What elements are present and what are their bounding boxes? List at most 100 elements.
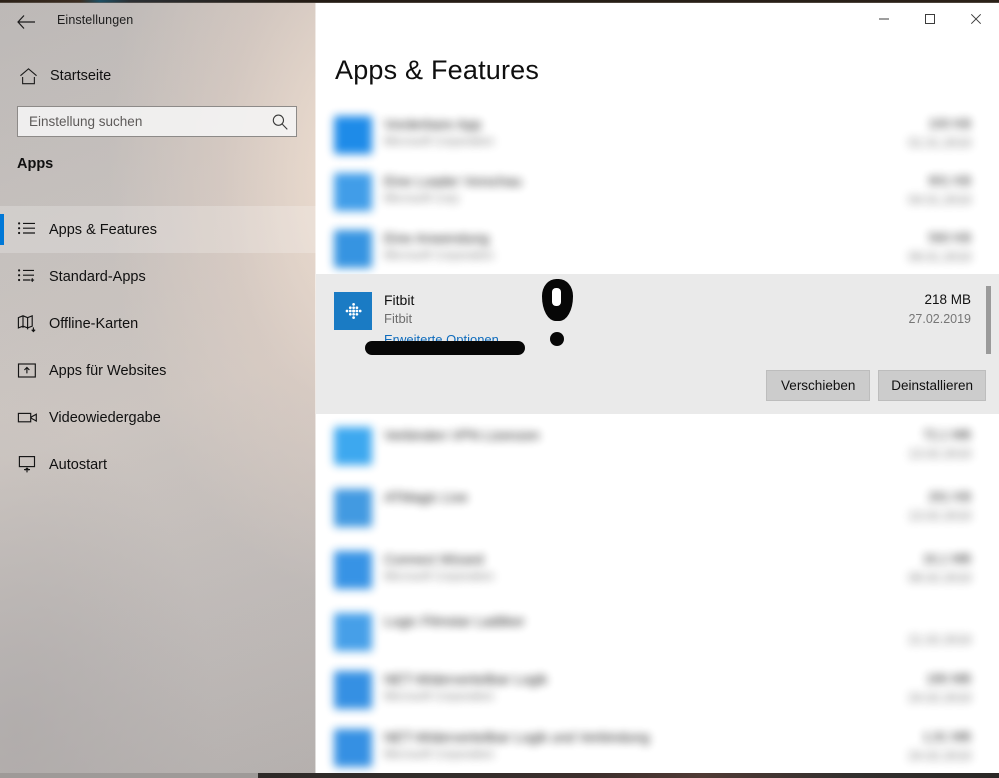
content-pane: Apps & Features Vorderbare App Microsoft… [316, 3, 999, 773]
app-name: NET-Widerverteilbar Logik und Verbindung [384, 729, 650, 745]
maximize-icon[interactable] [907, 3, 953, 34]
app-icon [334, 116, 372, 154]
app-icon [334, 173, 372, 211]
window-arrow-icon [14, 358, 40, 384]
list-plus-icon [14, 264, 40, 290]
desktop-bottom-pad [0, 773, 258, 778]
app-date: 21.02.2019 [908, 633, 971, 647]
app-date: 24.02.2019 [908, 691, 971, 705]
app-size: 72,1 MB [922, 427, 971, 442]
app-publisher: Microsoft Corporation [384, 571, 494, 583]
app-publisher: Microsoft Corp [384, 193, 459, 205]
sidebar-item-default-apps-label: Standard-Apps [49, 268, 146, 285]
sidebar-item-offline-maps[interactable]: Offline-Karten [0, 300, 316, 347]
app-date: 01.01.2019 [908, 136, 971, 150]
search-input[interactable] [18, 107, 268, 136]
app-name: Eine Loader Vorschau [384, 173, 522, 189]
app-date: 27.02.2019 [908, 312, 971, 326]
sidebar-item-home[interactable]: Startseite [0, 60, 316, 92]
app-publisher: Microsoft Corporation [384, 250, 494, 262]
sidebar-item-video-playback[interactable]: Videowiedergabe [0, 394, 316, 441]
list-item[interactable]: Verbinden VPN Lizenzen 72,1 MB 13.02.201… [316, 414, 999, 476]
app-name: Fitbit [384, 292, 415, 308]
app-size: 218 MB [924, 292, 971, 307]
app-publisher: Microsoft Corporation [384, 691, 494, 703]
scrollbar-thumb[interactable] [986, 286, 991, 354]
app-size: 261 KB [928, 489, 971, 504]
sidebar-nav: Apps & Features Standard-Apps Offline-Ka… [0, 206, 316, 488]
sidebar-item-startup-label: Autostart [49, 456, 108, 473]
app-icon [334, 551, 372, 589]
sidebar-item-apps-for-websites[interactable]: Apps für Websites [0, 347, 316, 394]
back-arrow-icon[interactable] [9, 7, 43, 37]
app-date: 08.02.2019 [908, 571, 971, 585]
search-icon[interactable] [271, 113, 289, 131]
settings-window: Einstellungen Startseite Einstellung suc… [0, 3, 999, 773]
uninstall-button[interactable]: Deinstallieren [878, 370, 986, 401]
app-size: 901 KB [928, 173, 971, 188]
app-list: Vorderbare App Microsoft Corporation 100… [316, 103, 999, 773]
sidebar-item-default-apps[interactable]: Standard-Apps [0, 253, 316, 300]
app-name: ATMagic Live [384, 489, 468, 505]
app-name: Eine Anwendung [384, 230, 490, 246]
app-title: Einstellungen [57, 13, 134, 27]
app-name: Vorderbare App [384, 116, 482, 132]
app-size: 560 KB [928, 230, 971, 245]
app-icon [334, 489, 372, 527]
black-redaction-bar [365, 341, 525, 355]
app-name: NET-Widerverteilbar Logik [384, 671, 548, 687]
app-date: 09.01.2019 [908, 250, 971, 264]
app-size: 100 KB [928, 116, 971, 131]
sidebar-section-header: Apps [17, 156, 54, 172]
list-item[interactable]: NET-Widerverteilbar Logik und Verbindung… [316, 716, 999, 773]
list-item[interactable]: Eine Anwendung Microsoft Corporation 560… [316, 217, 999, 274]
window-titlebar-right [316, 3, 999, 39]
app-date: 04.01.2019 [908, 193, 971, 207]
sidebar-item-offline-maps-label: Offline-Karten [49, 315, 139, 332]
search-box[interactable] [17, 106, 297, 137]
app-publisher: Microsoft Corporation [384, 136, 494, 148]
app-publisher: Microsoft Corporation [384, 749, 494, 761]
list-icon [14, 217, 40, 243]
home-icon [16, 64, 40, 88]
fitbit-logo-icon [334, 292, 372, 330]
app-date: 13.02.2019 [908, 509, 971, 523]
app-publisher: Fitbit [384, 311, 413, 326]
map-download-icon [14, 311, 40, 337]
minimize-icon[interactable] [861, 3, 907, 34]
sidebar-item-startup[interactable]: Autostart [0, 441, 316, 488]
app-date: 24.02.2019 [908, 749, 971, 763]
card-action-buttons: Verschieben Deinstallieren [766, 370, 986, 401]
monitor-arrow-icon [14, 452, 40, 478]
app-icon [334, 671, 372, 709]
app-icon [334, 729, 372, 767]
close-icon[interactable] [953, 3, 999, 34]
app-size: 16,1 MB [922, 551, 971, 566]
app-icon [334, 613, 372, 651]
list-item[interactable]: Vorderbare App Microsoft Corporation 100… [316, 103, 999, 160]
app-name: Connect Wizard [384, 551, 484, 567]
sidebar-item-apps-for-websites-label: Apps für Websites [49, 362, 167, 379]
vertical-scrollbar[interactable] [986, 103, 996, 763]
window-controls [861, 3, 999, 34]
taskbar-sliver [258, 773, 999, 778]
black-redaction-dot [550, 332, 564, 346]
sidebar-item-apps-features-label: Apps & Features [49, 221, 157, 238]
sidebar: Einstellungen Startseite Einstellung suc… [0, 3, 316, 773]
list-item[interactable]: NET-Widerverteilbar Logik Microsoft Corp… [316, 658, 999, 716]
sidebar-item-apps-features[interactable]: Apps & Features [0, 206, 316, 253]
selection-accent-bar [0, 214, 4, 245]
list-item[interactable]: Logic Filmstar Ladtiker 21.02.2019 [316, 600, 999, 658]
sidebar-item-video-playback-label: Videowiedergabe [49, 409, 161, 426]
app-name: Logic Filmstar Ladtiker [384, 613, 525, 629]
page-title: Apps & Features [335, 55, 540, 85]
app-size: 186 MB [926, 671, 971, 686]
list-item[interactable]: Connect Wizard Microsoft Corporation 16,… [316, 538, 999, 600]
list-item[interactable]: ATMagic Live 261 KB 13.02.2019 [316, 476, 999, 538]
list-item[interactable]: Eine Loader Vorschau Microsoft Corp 901 … [316, 160, 999, 217]
screen: Einstellungen Startseite Einstellung suc… [0, 0, 999, 778]
move-button[interactable]: Verschieben [766, 370, 871, 401]
app-size: 1,91 MB [922, 729, 971, 744]
app-icon [334, 230, 372, 268]
app-icon [334, 427, 372, 465]
